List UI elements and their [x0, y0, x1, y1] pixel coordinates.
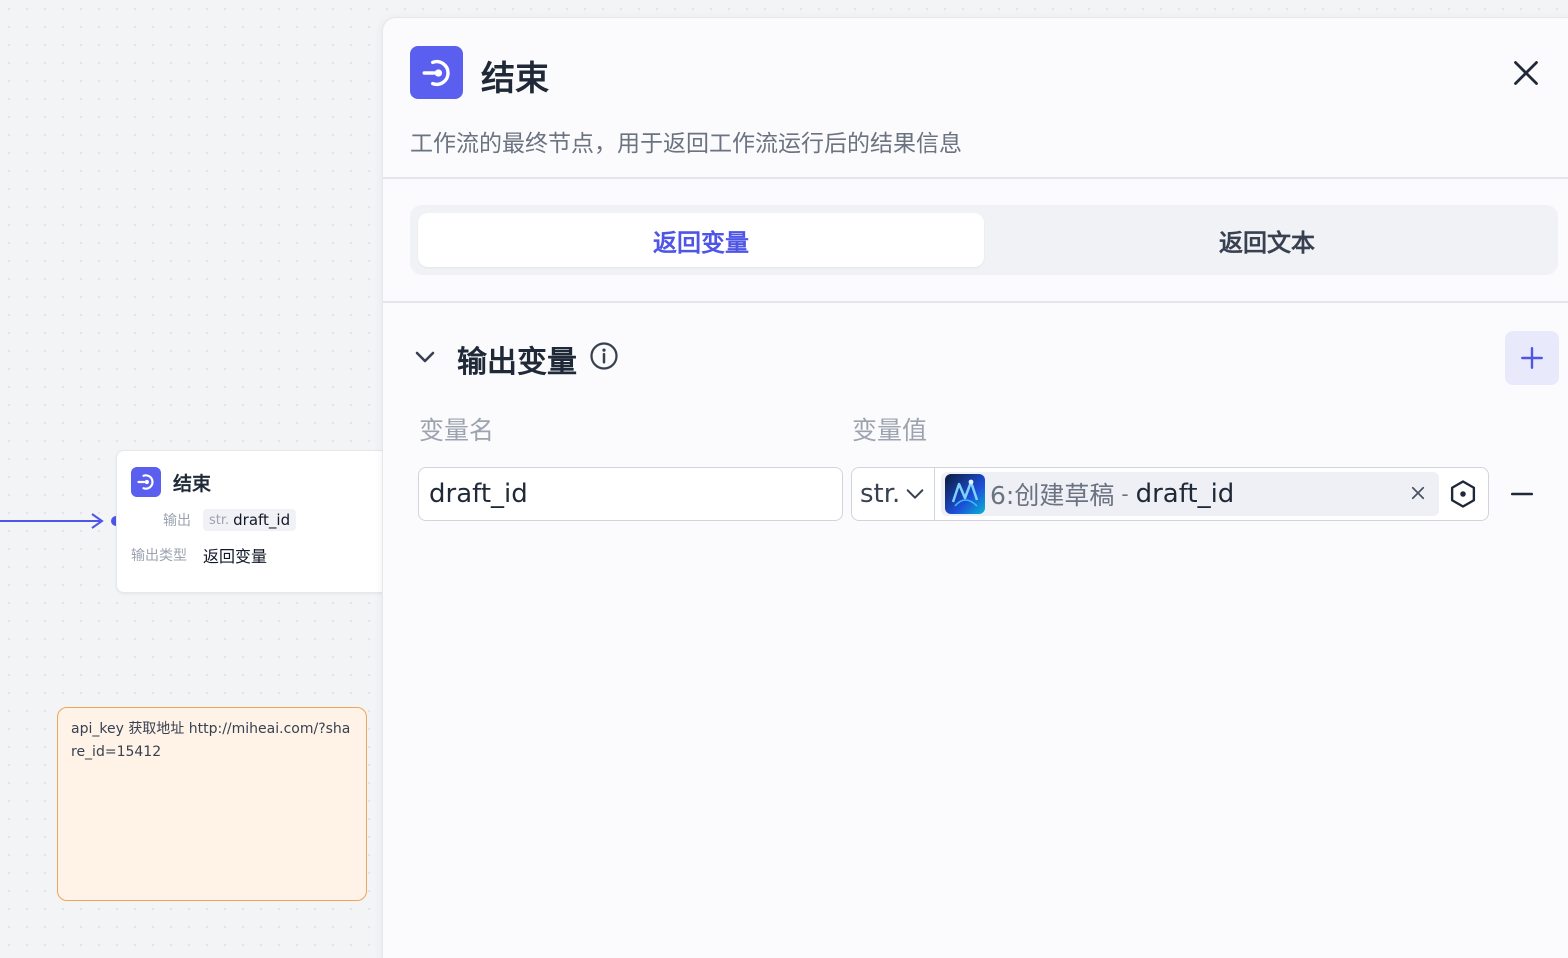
- return-mode-tabs: 返回变量 返回文本: [410, 205, 1558, 275]
- section-title: 输出变量: [457, 345, 577, 380]
- variable-value-field: str. 6:创建草稿 - draft_id: [851, 467, 1489, 521]
- node-output-label: 输出: [163, 513, 191, 529]
- node-header: 结束: [131, 467, 401, 497]
- remove-variable-button[interactable]: [1505, 477, 1539, 511]
- tab-return-variables[interactable]: 返回变量: [418, 213, 984, 267]
- sticky-note-text: api_key 获取地址 http://miheai.com/?share_id…: [71, 721, 351, 760]
- column-header-value: 变量值: [852, 416, 928, 445]
- info-icon[interactable]: [589, 341, 619, 371]
- chevron-down-icon[interactable]: [413, 345, 437, 369]
- output-variables-section: 输出变量 变量名 变量值 str.: [383, 303, 1568, 903]
- node-type-row: 输出类型 返回变量: [131, 543, 401, 567]
- type-select-value: str.: [860, 479, 901, 509]
- end-node-icon: [131, 467, 161, 497]
- connection-edge[interactable]: [0, 520, 100, 522]
- variable-reference-chip[interactable]: 6:创建草稿 - draft_id: [941, 472, 1439, 516]
- reference-separator: -: [1121, 482, 1129, 506]
- reference-variable-name: draft_id: [1135, 479, 1235, 509]
- type-select[interactable]: str.: [852, 468, 935, 520]
- tabs-container: 返回变量 返回文本: [383, 179, 1568, 303]
- panel-header: 结束 工作流的最终节点，用于返回工作流运行后的结果信息: [383, 18, 1568, 179]
- node-output-type: str.: [209, 512, 230, 528]
- minus-icon: [1510, 492, 1534, 496]
- panel-title: 结束: [481, 59, 549, 99]
- tab-return-text[interactable]: 返回文本: [984, 213, 1550, 267]
- node-title: 结束: [173, 472, 212, 495]
- sticky-note[interactable]: api_key 获取地址 http://miheai.com/?share_id…: [57, 707, 367, 901]
- node-config-panel: 结束 工作流的最终节点，用于返回工作流运行后的结果信息 返回变量 返回文本 输出…: [382, 17, 1568, 958]
- node-output-tag: str. draft_id: [203, 509, 297, 531]
- hexagon-variable-icon: [1450, 480, 1476, 508]
- node-type-value: 返回变量: [203, 547, 268, 566]
- panel-description: 工作流的最终节点，用于返回工作流运行后的结果信息: [410, 131, 962, 157]
- chevron-down-icon: [906, 489, 924, 499]
- variable-name-input[interactable]: [418, 467, 843, 521]
- node-type-label: 输出类型: [131, 548, 187, 564]
- source-node-thumbnail: [945, 474, 985, 514]
- node-output-var: draft_id: [233, 511, 291, 529]
- column-header-name: 变量名: [419, 416, 495, 445]
- reference-node-name: 6:创建草稿: [990, 481, 1115, 510]
- close-icon: [1411, 486, 1425, 500]
- clear-reference-button[interactable]: [1407, 482, 1429, 504]
- end-node-card[interactable]: 结束 输出 str. draft_id 输出类型 返回变量: [116, 450, 416, 593]
- plus-icon: [1521, 347, 1543, 369]
- variable-picker-button[interactable]: [1447, 478, 1479, 510]
- node-output-row: 输出 str. draft_id: [131, 509, 401, 531]
- end-node-icon: [410, 46, 463, 99]
- close-button[interactable]: [1509, 56, 1543, 90]
- close-icon: [1514, 61, 1538, 85]
- add-variable-button[interactable]: [1505, 331, 1559, 385]
- edge-arrow-icon: [91, 513, 104, 529]
